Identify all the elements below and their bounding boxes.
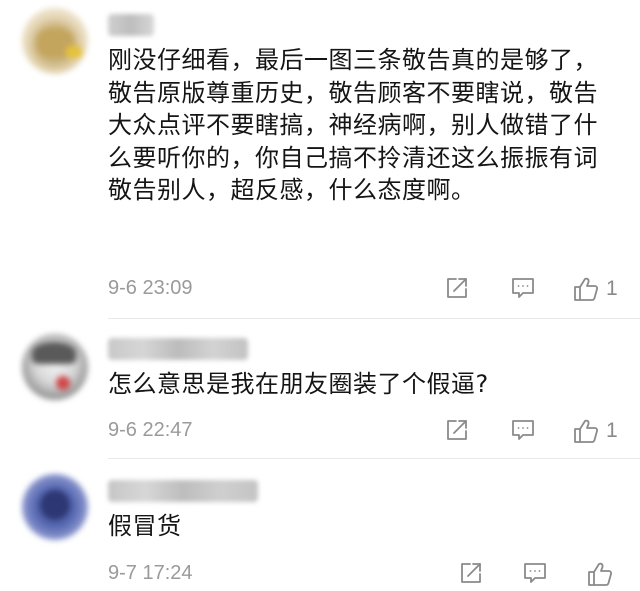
username-blurred[interactable] <box>108 338 248 360</box>
like-button[interactable]: 1 <box>572 275 618 303</box>
comment-icon[interactable] <box>510 275 540 303</box>
comment-text: 怎么意思是我在朋友圈装了个假逼? <box>108 370 489 398</box>
comment-time: 9-6 23:09 <box>108 277 193 299</box>
like-button[interactable] <box>586 560 620 588</box>
like-button[interactable]: 1 <box>572 417 618 445</box>
thumbs-up-icon <box>588 562 613 586</box>
comment-meta: 9-6 23:09 1 <box>108 275 628 305</box>
comment-icon[interactable] <box>522 560 552 588</box>
share-icon[interactable] <box>444 275 474 303</box>
comment-item: 假冒货 9-7 17:24 <box>0 460 640 591</box>
like-count: 1 <box>606 277 618 300</box>
comment-text: 假冒货 <box>108 512 182 540</box>
comment-time: 9-7 17:24 <box>108 562 193 584</box>
thumbs-up-icon <box>574 419 599 443</box>
share-icon[interactable] <box>444 417 474 445</box>
comment-meta: 9-6 22:47 1 <box>108 417 628 447</box>
thumbs-up-icon <box>574 277 599 301</box>
username-blurred[interactable] <box>108 480 258 502</box>
comment-meta: 9-7 17:24 <box>108 560 628 590</box>
comment-icon[interactable] <box>510 417 540 445</box>
comment-time: 9-6 22:47 <box>108 419 193 441</box>
divider <box>108 318 640 319</box>
comment-item: 刚没仔细看，最后一图三条敬告真的是够了，敬告原版尊重历史，敬告顾客不要瞎说，敬告… <box>0 0 640 320</box>
like-count: 1 <box>606 419 618 442</box>
username-blurred[interactable] <box>108 14 154 36</box>
avatar[interactable] <box>22 474 88 540</box>
avatar[interactable] <box>22 8 88 74</box>
avatar[interactable] <box>22 334 88 400</box>
comment-text: 刚没仔细看，最后一图三条敬告真的是够了，敬告原版尊重历史，敬告顾客不要瞎说，敬告… <box>108 46 598 204</box>
share-icon[interactable] <box>458 560 488 588</box>
divider <box>108 458 640 459</box>
comment-item: 怎么意思是我在朋友圈装了个假逼? 9-6 22:47 1 <box>0 320 640 460</box>
